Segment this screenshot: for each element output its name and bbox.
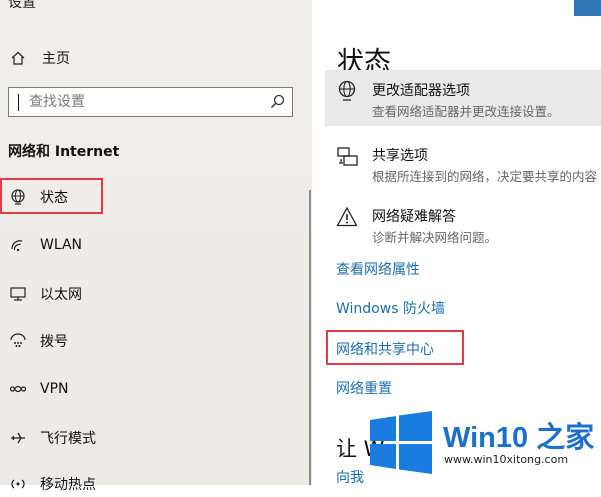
sidebar-item-ethernet[interactable]: 以太网 (8, 281, 82, 307)
search-icon[interactable] (269, 93, 287, 115)
search-input[interactable] (29, 92, 269, 112)
watermark-brand: Win10 之家 (443, 422, 595, 454)
option-desc: 查看网络适配器并更改连接设置。 (372, 104, 560, 119)
sidebar-item-label: 移动热点 (40, 477, 96, 493)
sidebar-item-airplane[interactable]: 飞行模式 (8, 425, 96, 451)
airplane-icon (8, 429, 28, 447)
option-sharing[interactable]: 共享选项 根据所连接到的网络，决定要共享的内容 (336, 145, 601, 185)
wifi-icon (8, 237, 28, 253)
vpn-icon (8, 381, 28, 397)
sharing-icon (336, 145, 360, 173)
home-label: 主页 (42, 51, 70, 67)
section-heading: 网络和 Internet (8, 144, 120, 160)
adapter-icon (336, 80, 358, 106)
home-nav-item[interactable]: 主页 (8, 46, 70, 70)
windows-firewall-link[interactable]: Windows 防火墙 (336, 298, 445, 318)
sidebar-item-hotspot[interactable]: 移动热点 (8, 471, 96, 497)
dialup-icon (8, 333, 28, 349)
sidebar-item-label: 拨号 (40, 334, 68, 350)
warning-icon (336, 206, 358, 232)
option-troubleshoot[interactable]: 网络疑难解答 诊断并解决网络问题。 (336, 206, 601, 246)
highlight-box (0, 178, 103, 214)
sidebar-item-wlan[interactable]: WLAN (8, 232, 82, 258)
sidebar-item-label: VPN (40, 381, 69, 397)
view-network-properties-link[interactable]: 查看网络属性 (336, 259, 420, 279)
windows-logo-icon (369, 411, 433, 479)
sidebar-item-label: WLAN (40, 237, 83, 253)
sidebar-item-label: 以太网 (40, 287, 82, 303)
settings-sidebar: 设置 主页 网络和 Internet 状态 WLAN 以太网 (0, 0, 312, 493)
window-title: 设置 (8, 0, 36, 11)
hotspot-icon (8, 476, 28, 492)
option-desc: 根据所连接到的网络，决定要共享的内容 (372, 169, 598, 184)
network-reset-link[interactable]: 网络重置 (336, 378, 392, 398)
sidebar-item-vpn[interactable]: VPN (8, 376, 69, 402)
option-title: 共享选项 (372, 148, 428, 164)
watermark: Win10 之家 www.win10xitong.com (359, 396, 601, 485)
sidebar-scrollbar[interactable] (309, 190, 311, 485)
ethernet-icon (8, 286, 28, 302)
window-control-button[interactable] (574, 0, 601, 16)
text-caret (18, 94, 19, 111)
option-title: 更改适配器选项 (372, 83, 470, 99)
highlight-box (326, 330, 464, 365)
sidebar-item-dialup[interactable]: 拨号 (8, 328, 68, 354)
option-change-adapter[interactable]: 更改适配器选项 查看网络适配器并更改连接设置。 (336, 80, 601, 120)
option-title: 网络疑难解答 (372, 209, 456, 225)
home-icon (8, 50, 28, 66)
option-desc: 诊断并解决网络问题。 (372, 230, 498, 245)
sidebar-item-label: 飞行模式 (40, 431, 96, 447)
search-box[interactable] (8, 87, 293, 117)
watermark-url: www.win10xitong.com (444, 453, 569, 466)
